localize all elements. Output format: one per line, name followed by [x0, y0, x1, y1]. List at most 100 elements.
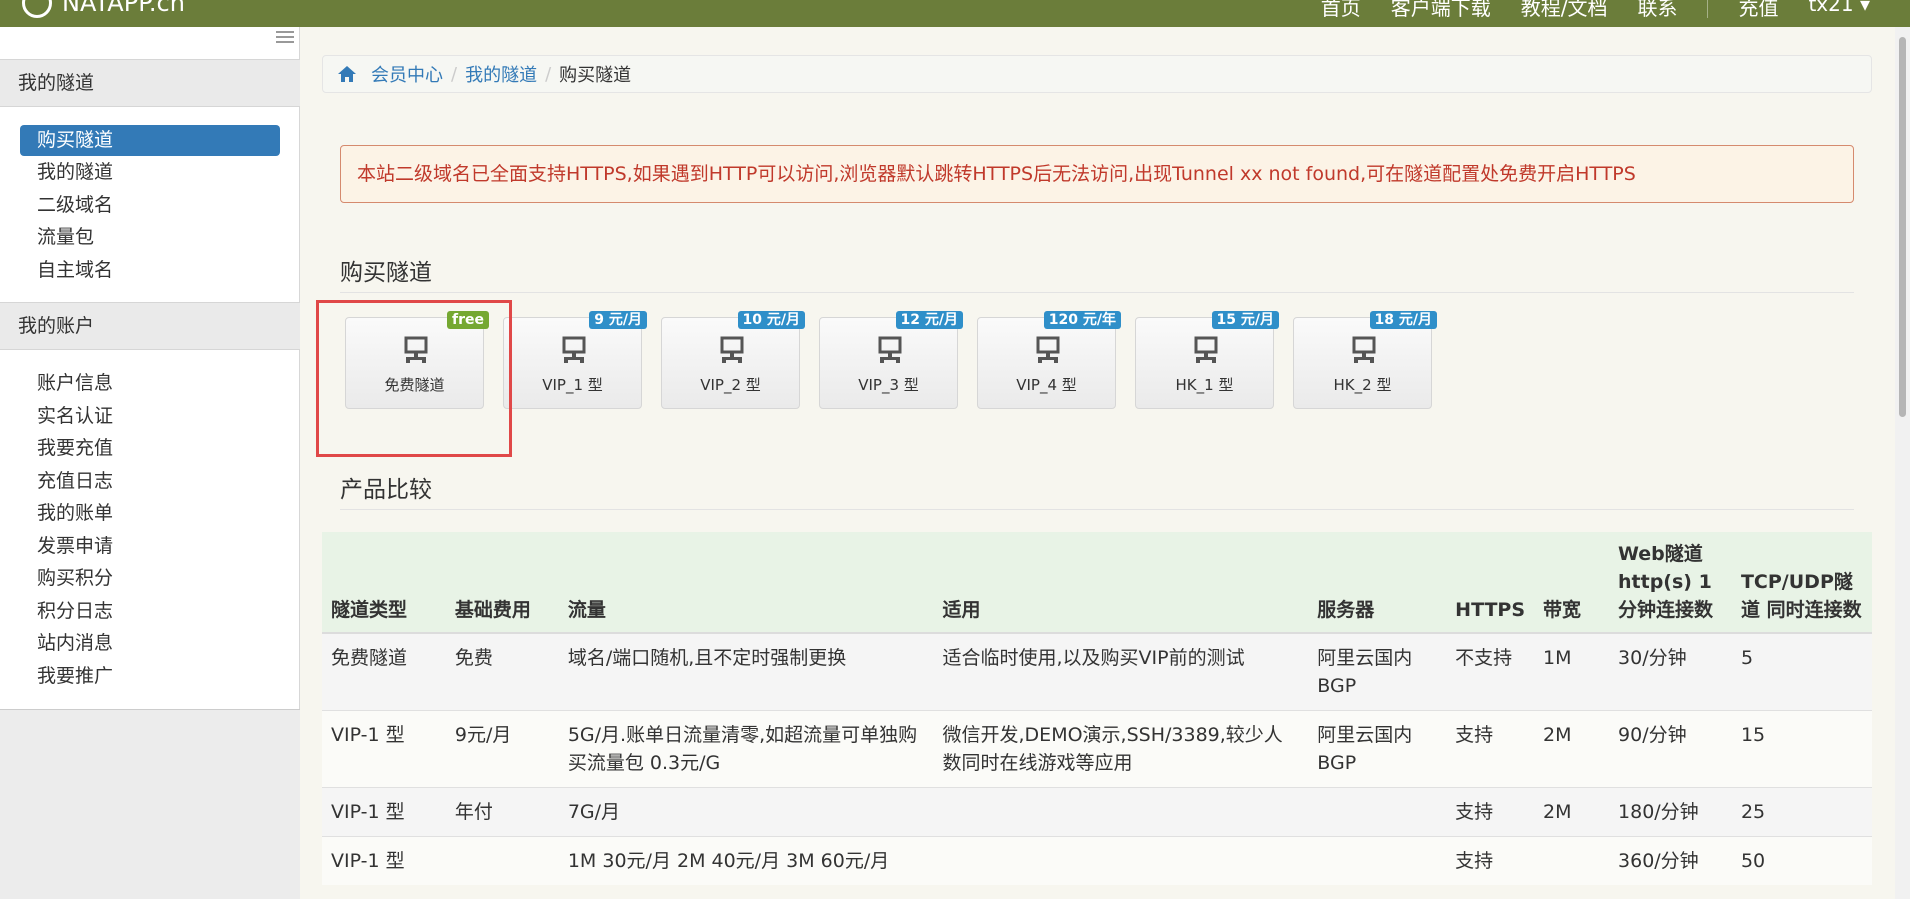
- top-navbar: NATAPP.cn 首页 客户端下载 教程/文档 联系 充值 tx21 ▾: [0, 0, 1910, 27]
- col-header: TCP/UDP隧道 同时连接数: [1731, 532, 1872, 634]
- table-cell: 5G/月.账单日流量清零,如超流量可单独购买流量包 0.3元/G: [558, 710, 934, 788]
- plan-price-badge: 9 元/月: [589, 311, 647, 329]
- table-cell: VIP-1 型: [322, 787, 446, 837]
- plan-price-badge: 12 元/月: [895, 311, 963, 329]
- sidebar-item-account-info[interactable]: 账户信息: [20, 367, 280, 400]
- sidebar-item-recharge-log[interactable]: 充值日志: [20, 465, 280, 498]
- server-icon: [878, 336, 902, 363]
- nav-docs[interactable]: 教程/文档: [1521, 0, 1608, 21]
- sidebar-item-bills[interactable]: 我的账单: [20, 497, 280, 530]
- table-cell: 2M: [1534, 710, 1610, 788]
- table-cell: [1308, 787, 1447, 837]
- table-cell: 年付: [445, 787, 559, 837]
- table-cell: 1M 30元/月 2M 40元/月 3M 60元/月: [558, 836, 934, 885]
- product-compare-heading: 产品比较: [340, 477, 432, 503]
- nav-contact[interactable]: 联系: [1637, 0, 1677, 21]
- recharge-link[interactable]: 充值: [1738, 0, 1778, 21]
- plan-tile-vip2[interactable]: 10 元/月 VIP_2 型: [661, 311, 805, 409]
- nav-download[interactable]: 客户端下载: [1391, 0, 1491, 21]
- table-cell: 阿里云国内BGP: [1308, 632, 1447, 711]
- selection-highlight-box: [316, 300, 512, 457]
- sidebar-item-messages[interactable]: 站内消息: [20, 627, 280, 660]
- table-row: 免费隧道 免费 域名/端口随机,且不定时强制更换 适合临时使用,以及购买VIP前…: [322, 632, 1872, 711]
- nav-divider: [1707, 0, 1709, 18]
- table-cell: 免费: [445, 632, 559, 711]
- home-icon[interactable]: [337, 65, 357, 83]
- table-header-row: 隧道类型 基础费用 流量 适用 服务器 HTTPS 带宽 Web隧道 http(…: [322, 532, 1872, 634]
- table-cell: 免费隧道: [322, 632, 446, 711]
- sidebar-item-subdomain[interactable]: 二级域名: [20, 189, 280, 222]
- collapse-sidebar-icon[interactable]: [276, 31, 294, 45]
- logo-icon: [22, 0, 52, 18]
- table-cell: 180/分钟: [1609, 787, 1732, 837]
- heading-divider: [340, 509, 1854, 510]
- scrollbar-thumb[interactable]: [1899, 37, 1906, 417]
- server-icon: [1352, 336, 1376, 363]
- table-cell: 90/分钟: [1609, 710, 1732, 788]
- sidebar-item-buy-tunnel[interactable]: 购买隧道: [20, 125, 280, 156]
- col-header: 流量: [558, 532, 934, 634]
- col-header: 基础费用: [445, 532, 559, 634]
- plan-price-badge: 10 元/月: [737, 311, 805, 329]
- sidebar-item-custom-domain[interactable]: 自主域名: [20, 254, 280, 287]
- plan-tile-hk1[interactable]: 15 元/月 HK_1 型: [1135, 311, 1279, 409]
- sidebar-item-points-log[interactable]: 积分日志: [20, 595, 280, 628]
- table-cell: [933, 836, 1309, 885]
- table-cell: 支持: [1446, 836, 1535, 885]
- col-header: HTTPS: [1446, 532, 1535, 634]
- plan-price-badge: 120 元/年: [1043, 311, 1121, 329]
- sidebar-item-buy-points[interactable]: 购买积分: [20, 562, 280, 595]
- sidebar-section-account: 我的账户: [0, 302, 300, 350]
- plan-tile-hk2[interactable]: 18 元/月 HK_2 型: [1293, 311, 1437, 409]
- table-cell: 阿里云国内BGP: [1308, 710, 1447, 788]
- breadcrumb-separator: /: [545, 63, 552, 85]
- breadcrumb-my-tunnels[interactable]: 我的隧道: [465, 61, 537, 87]
- table-cell: 1M: [1534, 632, 1610, 711]
- breadcrumb-separator: /: [451, 63, 458, 85]
- sidebar-account-list: 账户信息 实名认证 我要充值 充值日志 我的账单 发票申请 购买积分 积分日志 …: [20, 367, 280, 692]
- table-cell: 不支持: [1446, 632, 1535, 711]
- sidebar: 我的隧道 购买隧道 我的隧道 二级域名 流量包 自主域名 我的账户 账户信息 实…: [0, 27, 300, 899]
- plan-label: VIP_4 型: [1016, 376, 1077, 394]
- sidebar-item-my-tunnels[interactable]: 我的隧道: [20, 156, 280, 189]
- server-icon: [720, 336, 744, 363]
- plan-label: VIP_2 型: [700, 376, 761, 394]
- table-row: VIP-1 型 1M 30元/月 2M 40元/月 3M 60元/月 支持 36…: [322, 836, 1872, 885]
- plan-label: VIP_3 型: [858, 376, 919, 394]
- table-cell: [445, 836, 559, 885]
- table-cell: 30/分钟: [1609, 632, 1732, 711]
- server-icon: [562, 336, 586, 363]
- top-nav: 首页 客户端下载 教程/文档 联系 充值 tx21 ▾: [1321, 0, 1870, 21]
- table-cell: [933, 787, 1309, 837]
- plan-label: HK_2 型: [1333, 376, 1392, 394]
- sidebar-item-traffic-pack[interactable]: 流量包: [20, 221, 280, 254]
- sidebar-item-invoice[interactable]: 发票申请: [20, 530, 280, 563]
- plan-tile-vip3[interactable]: 12 元/月 VIP_3 型: [819, 311, 963, 409]
- table-cell: 域名/端口随机,且不定时强制更换: [558, 632, 934, 711]
- sidebar-item-referral[interactable]: 我要推广: [20, 660, 280, 693]
- col-header: 适用: [933, 532, 1309, 634]
- table-cell: 360/分钟: [1609, 836, 1732, 885]
- plan-tile-vip1[interactable]: 9 元/月 VIP_1 型: [503, 311, 647, 409]
- user-menu[interactable]: tx21 ▾: [1808, 0, 1870, 21]
- breadcrumb: 会员中心 / 我的隧道 / 购买隧道: [322, 55, 1872, 93]
- plan-price-badge: 15 元/月: [1211, 311, 1279, 329]
- table-cell: 微信开发,DEMO演示,SSH/3389,较少人数同时在线游戏等应用: [933, 710, 1309, 788]
- plan-tile-vip4[interactable]: 120 元/年 VIP_4 型: [977, 311, 1121, 409]
- logo[interactable]: NATAPP.cn: [22, 0, 185, 18]
- sidebar-item-recharge[interactable]: 我要充值: [20, 432, 280, 465]
- nav-home[interactable]: 首页: [1321, 0, 1361, 21]
- breadcrumb-member-center[interactable]: 会员中心: [371, 61, 443, 87]
- sidebar-item-verification[interactable]: 实名认证: [20, 400, 280, 433]
- logo-text: NATAPP.cn: [62, 0, 185, 17]
- table-cell: 支持: [1446, 710, 1535, 788]
- page-scrollbar[interactable]: [1895, 27, 1910, 899]
- col-header: 隧道类型: [322, 532, 446, 634]
- col-header: 带宽: [1534, 532, 1610, 634]
- table-cell: 适合临时使用,以及购买VIP前的测试: [933, 632, 1309, 711]
- table-cell: 15: [1731, 710, 1872, 788]
- main-content: 会员中心 / 我的隧道 / 购买隧道 本站二级域名已全面支持HTTPS,如果遇到…: [300, 27, 1895, 899]
- buy-tunnel-heading: 购买隧道: [340, 260, 432, 286]
- comparison-table-wrapper: 隧道类型 基础费用 流量 适用 服务器 HTTPS 带宽 Web隧道 http(…: [322, 532, 1872, 885]
- https-notice-alert: 本站二级域名已全面支持HTTPS,如果遇到HTTP可以访问,浏览器默认跳转HTT…: [340, 145, 1854, 203]
